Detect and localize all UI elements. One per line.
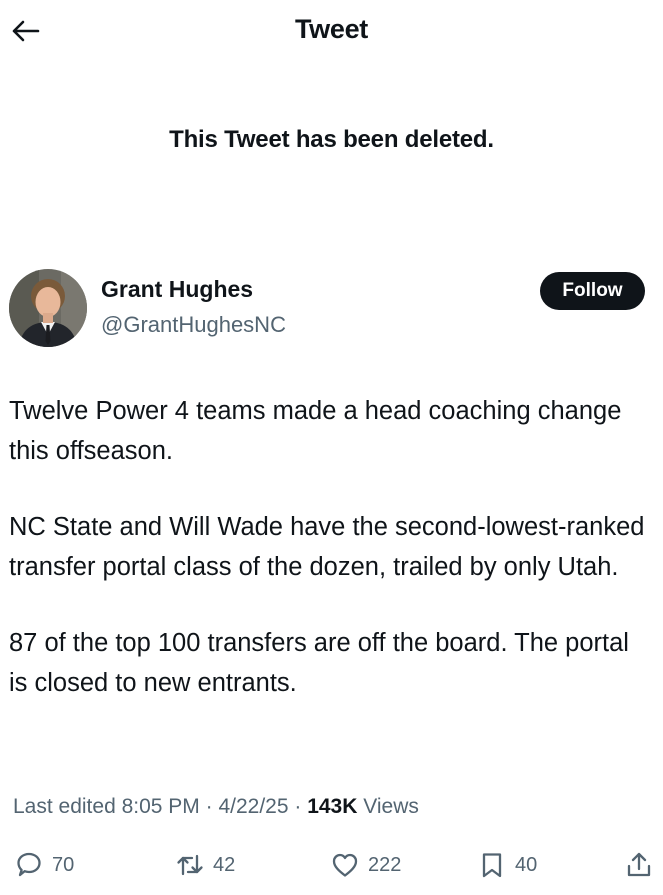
reply-button[interactable]: 70 — [14, 845, 74, 885]
tweet-paragraph: Twelve Power 4 teams made a head coachin… — [9, 397, 622, 465]
like-button[interactable]: 222 — [330, 845, 401, 885]
page-title: Tweet — [294, 14, 368, 44]
follow-button[interactable]: Follow — [540, 272, 645, 310]
top-bar: Tweet — [0, 0, 663, 64]
views-label: Views — [363, 795, 419, 818]
action-bar: 70 42 222 40 — [0, 845, 663, 885]
heart-icon — [330, 850, 360, 880]
like-count: 222 — [368, 853, 402, 876]
bookmark-button[interactable]: 40 — [477, 845, 537, 885]
deleted-tweet-notice: This Tweet has been deleted. — [169, 126, 494, 153]
tweet-text: Twelve Power 4 teams made a head coachin… — [9, 391, 654, 739]
reply-icon — [14, 850, 44, 880]
edited-timestamp[interactable]: Last edited 8:05 PM · 4/22/25 — [13, 795, 289, 818]
tweet-paragraph: 87 of the top 100 transfers are off the … — [9, 629, 629, 697]
bookmark-icon — [477, 850, 507, 880]
author-handle[interactable]: @GrantHughesNC — [101, 312, 286, 338]
share-icon — [624, 850, 654, 880]
retweet-icon — [175, 850, 205, 880]
retweet-button[interactable]: 42 — [175, 845, 235, 885]
share-button[interactable] — [624, 845, 654, 885]
retweet-count: 42 — [213, 853, 236, 876]
tweet-paragraph: NC State and Will Wade have the second-l… — [9, 513, 645, 581]
reply-count: 70 — [52, 853, 75, 876]
tweet-meta: Last edited 8:05 PM · 4/22/25 · 143K Vie… — [13, 795, 419, 819]
views-count: 143K — [307, 795, 358, 818]
avatar[interactable] — [9, 269, 87, 347]
author-name[interactable]: Grant Hughes — [101, 276, 253, 303]
bookmark-count: 40 — [515, 853, 538, 876]
meta-separator: · — [294, 795, 302, 818]
